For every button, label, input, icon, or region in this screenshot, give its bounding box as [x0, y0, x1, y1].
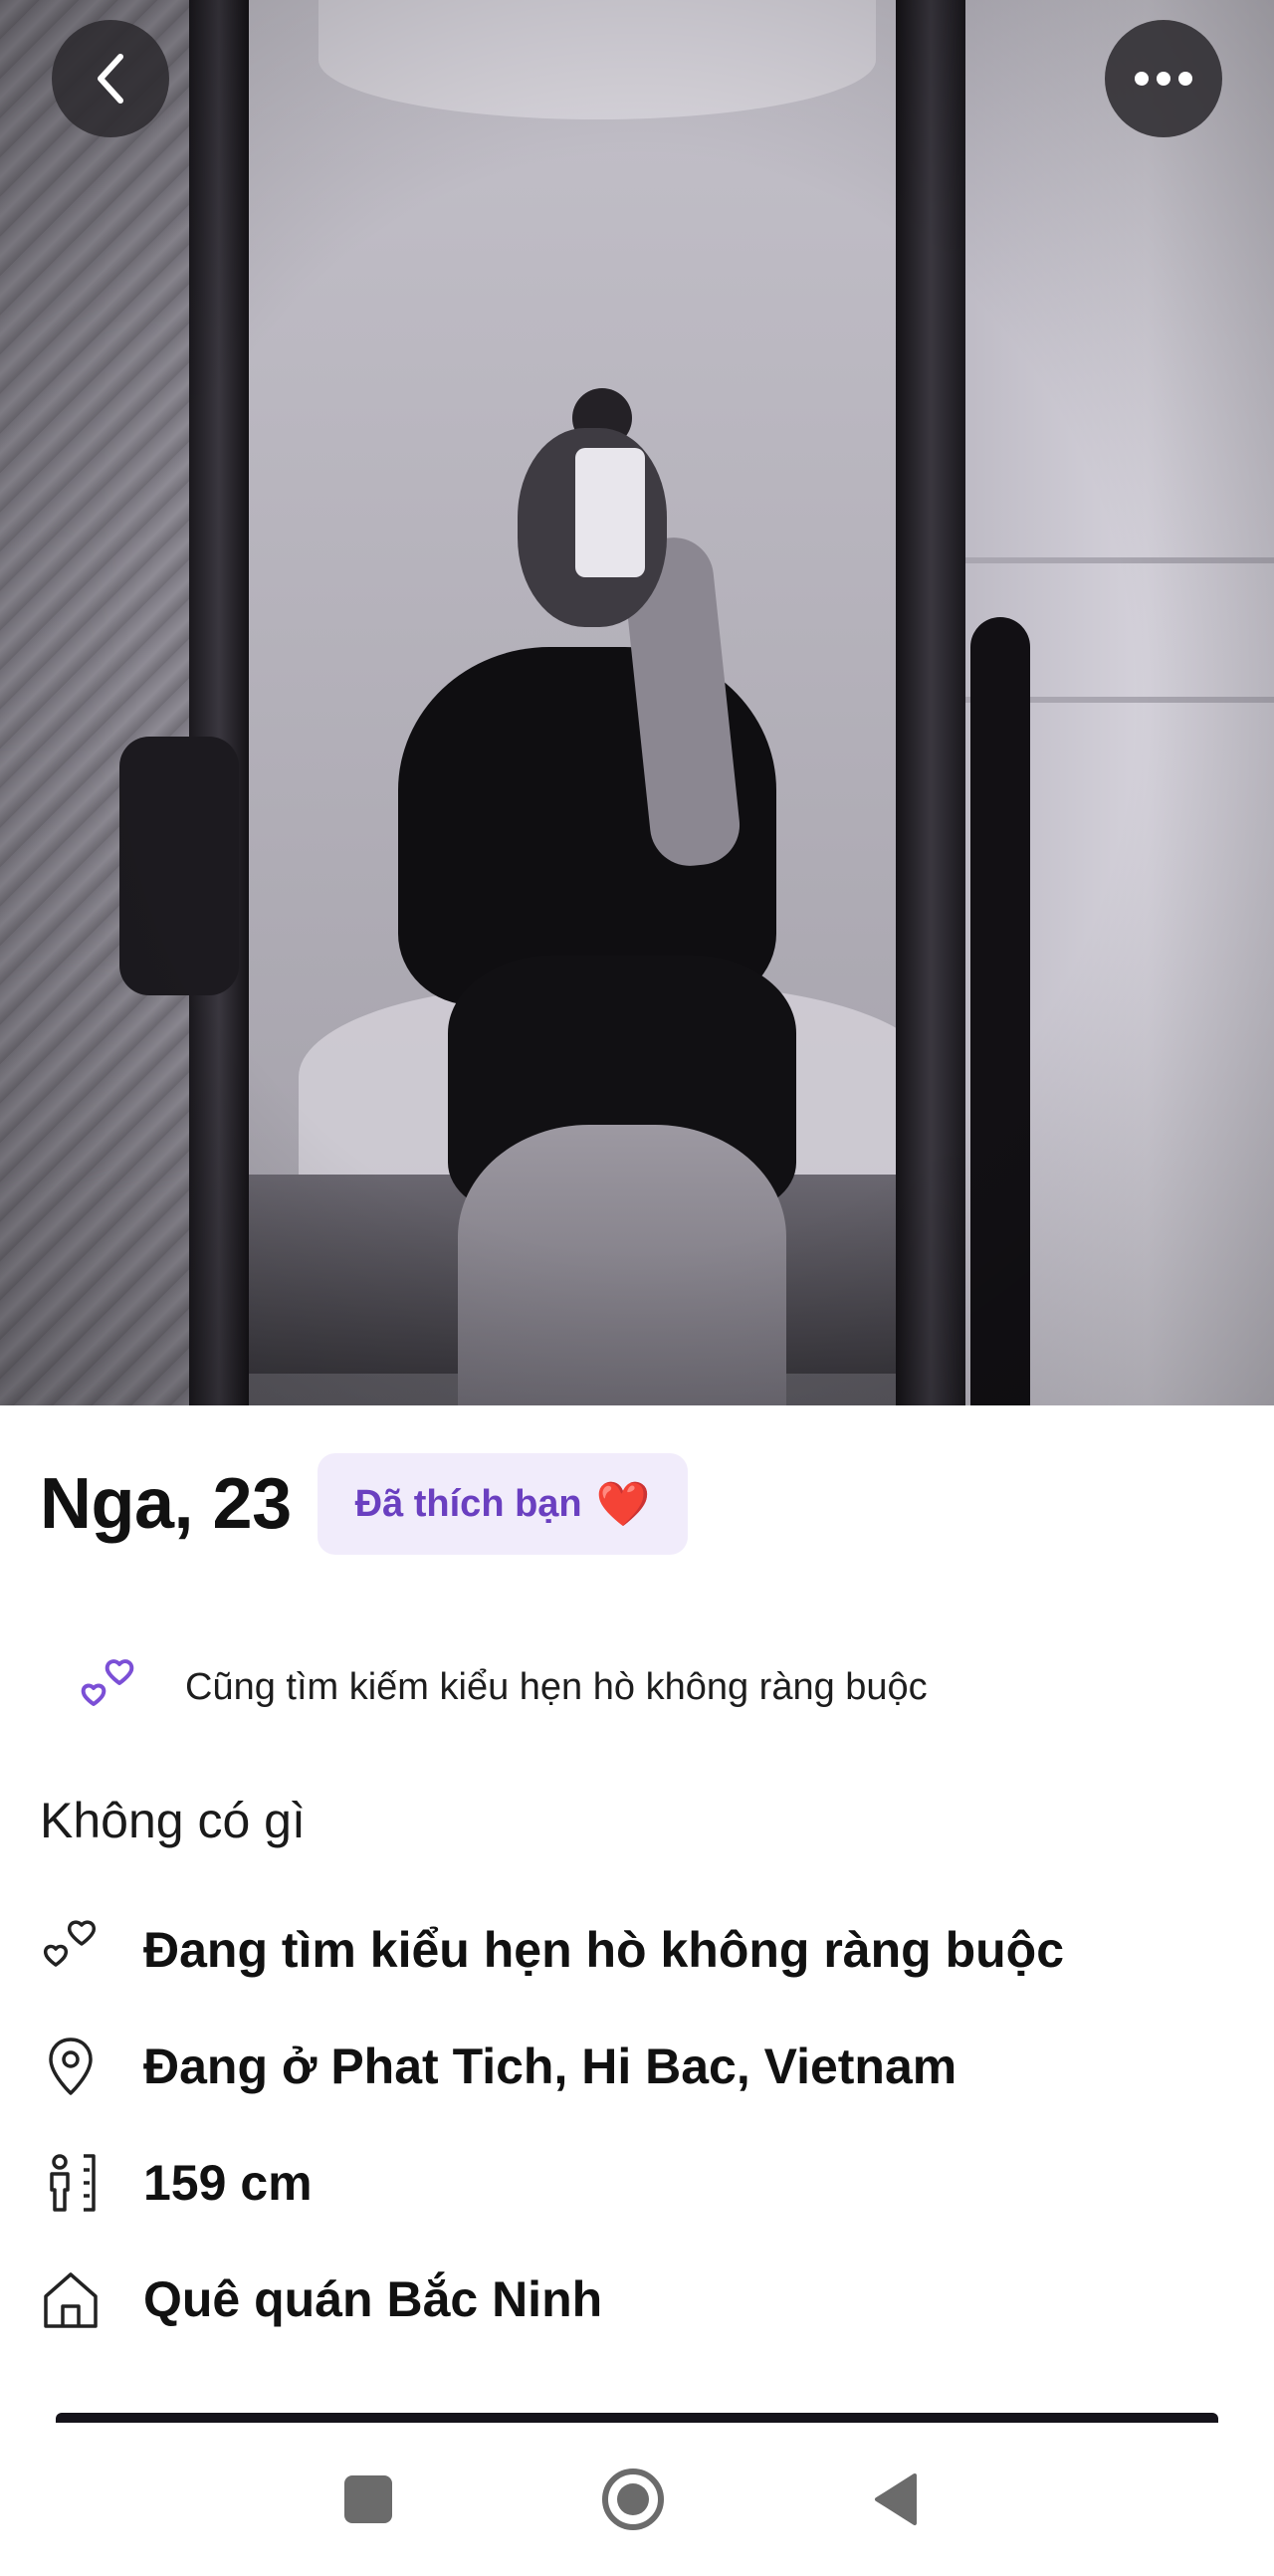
- square-icon: [344, 2475, 392, 2523]
- system-navigation-bar: [0, 2423, 1274, 2576]
- detail-relationship-goal-text: Đang tìm kiểu hẹn hò không ràng buộc: [143, 1921, 1065, 1978]
- location-pin-icon: [49, 2037, 93, 2095]
- chevron-left-icon: [98, 54, 123, 104]
- hearts-icon: [81, 1659, 134, 1706]
- profile-header: Nga, 23 Đã thích bạn ❤️: [40, 1453, 689, 1555]
- more-options-button[interactable]: [1105, 20, 1222, 137]
- profile-name-age: Nga, 23: [40, 1464, 292, 1544]
- recent-apps-button[interactable]: [289, 2423, 448, 2576]
- triangle-back-icon: [875, 2473, 917, 2525]
- detail-height-text: 159 cm: [143, 2154, 313, 2211]
- shared-intent-text: Cũng tìm kiếm kiểu hẹn hò không ràng buộ…: [185, 1665, 928, 1708]
- liked-you-label: Đã thích bạn: [354, 1482, 582, 1525]
- profile-bio: Không có gì: [40, 1793, 306, 1848]
- system-back-button[interactable]: [816, 2423, 975, 2576]
- home-button[interactable]: [553, 2423, 713, 2576]
- circle-icon: [602, 2469, 664, 2530]
- profile-details-list: Đang tìm kiểu hẹn hò không ràng buộc Đan…: [38, 1891, 1232, 2357]
- home-icon: [44, 2271, 98, 2328]
- liked-you-badge: Đã thích bạn ❤️: [317, 1453, 689, 1555]
- height-icon: [50, 2153, 96, 2212]
- more-horizontal-icon: [1135, 72, 1192, 86]
- back-button[interactable]: [52, 20, 169, 137]
- detail-hometown: Quê quán Bắc Ninh: [38, 2241, 1232, 2357]
- shared-intent-row: Cũng tìm kiếm kiểu hẹn hò không ràng buộ…: [76, 1652, 928, 1722]
- detail-location: Đang ở Phat Tich, Hi Bac, Vietnam: [38, 2008, 1232, 2124]
- profile-photo[interactable]: [0, 0, 1274, 1405]
- detail-location-text: Đang ở Phat Tich, Hi Bac, Vietnam: [143, 2038, 957, 2094]
- action-bar-edge: [56, 2413, 1218, 2423]
- profile-screen: Nga, 23 Đã thích bạn ❤️ Cũng tìm kiếm ki…: [0, 0, 1274, 2576]
- detail-relationship-goal: Đang tìm kiểu hẹn hò không ràng buộc: [38, 1891, 1232, 2008]
- hearts-icon: [43, 1919, 97, 1967]
- detail-height: 159 cm: [38, 2124, 1232, 2241]
- detail-hometown-text: Quê quán Bắc Ninh: [143, 2270, 603, 2327]
- heart-emoji: ❤️: [595, 1480, 651, 1529]
